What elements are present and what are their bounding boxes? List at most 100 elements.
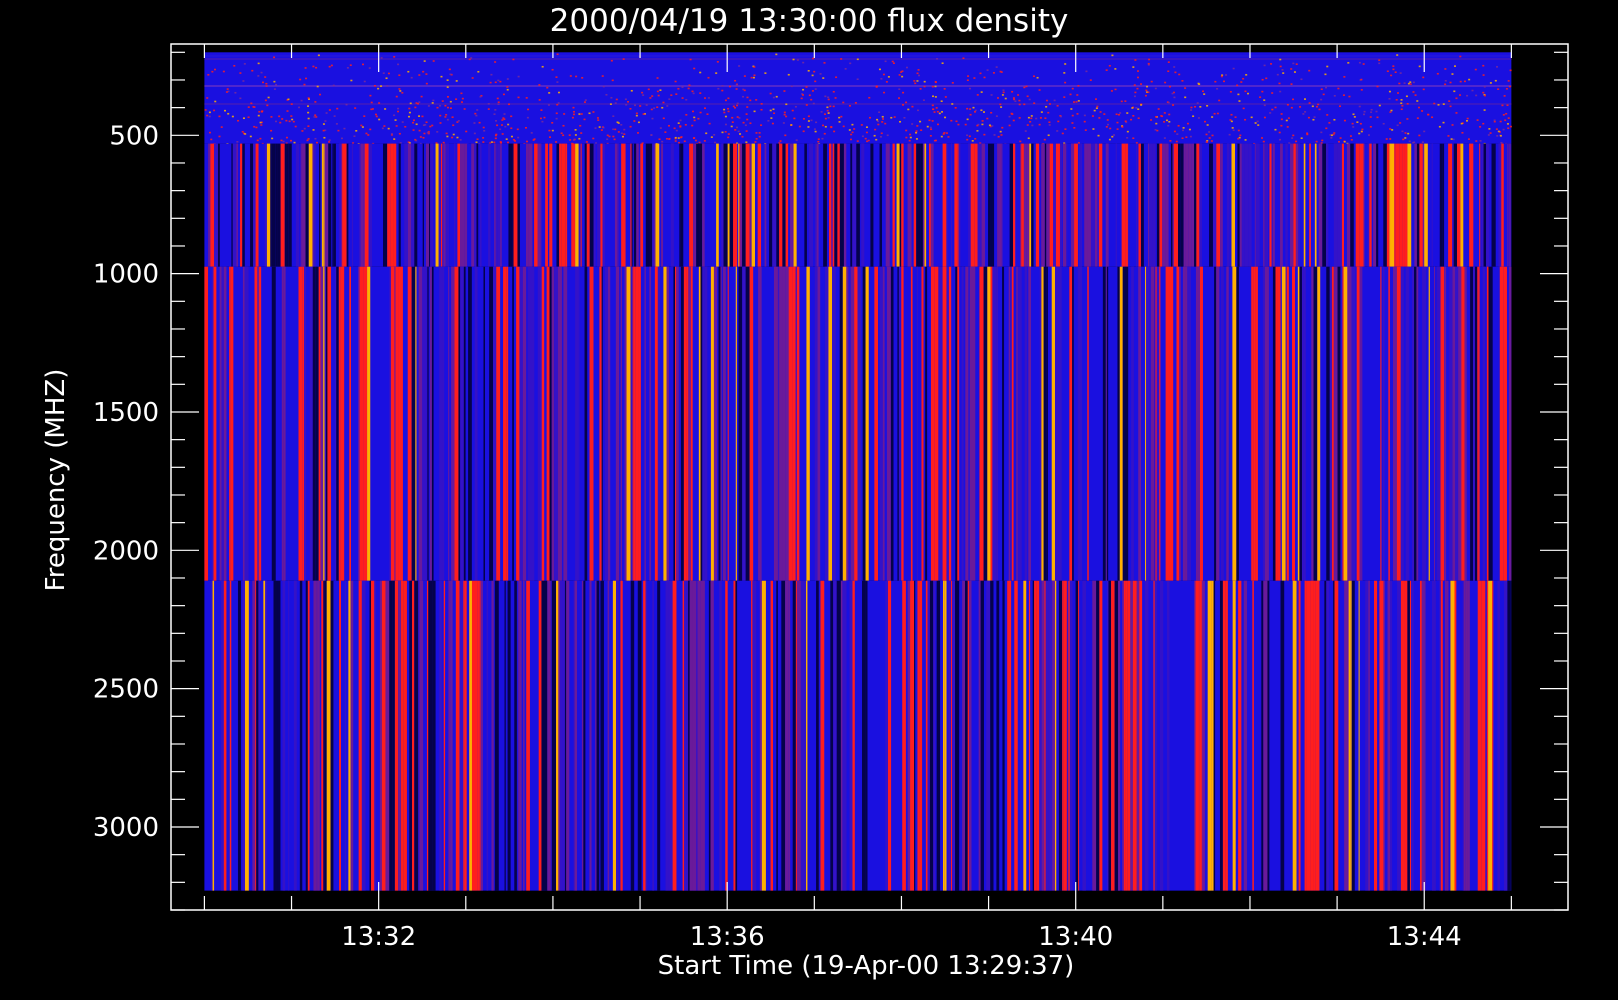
noise-speckle [473, 122, 476, 124]
stripe [1199, 266, 1203, 581]
stripe [1035, 143, 1040, 267]
noise-speckle [1421, 141, 1424, 143]
noise-speckle [1173, 96, 1176, 99]
noise-speckle [287, 98, 290, 101]
stripe [856, 143, 860, 267]
stripe [1226, 266, 1229, 581]
stripe [666, 266, 669, 581]
noise-speckle [962, 57, 965, 60]
noise-speckle [995, 66, 998, 68]
stripe [358, 266, 360, 581]
noise-speckle [782, 122, 785, 124]
noise-speckle [742, 121, 745, 124]
noise-speckle [427, 105, 430, 107]
noise-speckle [990, 111, 993, 114]
noise-speckle [475, 114, 478, 117]
stripe [907, 143, 912, 267]
noise-speckle [440, 75, 443, 78]
stripe [816, 143, 819, 267]
stripe [1318, 143, 1323, 267]
noise-speckle [242, 117, 245, 120]
stripe [1263, 580, 1268, 891]
noise-speckle [758, 132, 761, 134]
stripe [385, 580, 390, 891]
noise-speckle [1072, 101, 1075, 103]
stripe [914, 580, 916, 891]
noise-speckle [877, 123, 880, 126]
noise-speckle [1459, 80, 1462, 83]
stripe [1220, 143, 1223, 267]
stripe [309, 266, 313, 581]
stripe [394, 580, 399, 891]
noise-speckle [1176, 133, 1179, 135]
stripe [1196, 143, 1200, 267]
stripe [1439, 143, 1443, 267]
stripe [1248, 143, 1252, 267]
stripe [219, 266, 222, 581]
stripe [1028, 580, 1031, 891]
noise-speckle [307, 105, 310, 107]
noise-speckle [541, 120, 544, 123]
stripe [1431, 143, 1433, 267]
noise-speckle [247, 106, 250, 108]
noise-speckle [381, 127, 384, 130]
noise-speckle [767, 120, 770, 122]
stripe [1419, 143, 1423, 267]
stripe [463, 580, 465, 891]
stripe [944, 580, 947, 891]
stripe [1482, 266, 1486, 581]
noise-speckle [814, 80, 817, 83]
noise-speckle [563, 113, 566, 115]
stripe [699, 143, 703, 267]
stripe [1450, 580, 1455, 891]
noise-speckle [675, 93, 678, 95]
noise-speckle [588, 112, 591, 115]
noise-speckle [736, 116, 739, 118]
noise-speckle [1002, 91, 1005, 94]
noise-speckle [1240, 81, 1243, 83]
stripe [1334, 580, 1339, 891]
stripe [1232, 266, 1237, 581]
stripe [719, 580, 722, 891]
stripe [313, 143, 316, 267]
stripe [471, 580, 476, 891]
noise-speckle [683, 140, 686, 143]
noise-speckle [739, 133, 742, 135]
noise-speckle [324, 120, 327, 122]
stripe [1252, 580, 1254, 891]
stripe [351, 143, 354, 267]
noise-speckle [1014, 100, 1017, 103]
noise-speckle [1064, 81, 1067, 84]
stripe [229, 580, 232, 891]
stripe [1211, 580, 1214, 891]
noise-speckle [1048, 124, 1051, 126]
stripe [1115, 143, 1117, 267]
stripe [317, 580, 320, 891]
noise-speckle [790, 85, 793, 88]
noise-speckle [880, 132, 883, 135]
stripe [630, 580, 635, 891]
noise-speckle [1083, 114, 1086, 117]
noise-speckle [578, 137, 581, 140]
noise-speckle [755, 99, 758, 101]
noise-speckle [996, 97, 999, 99]
stripe [1449, 266, 1453, 581]
noise-speckle [636, 132, 639, 134]
stripe [1099, 580, 1103, 891]
stripe [307, 580, 310, 891]
noise-speckle [299, 78, 302, 81]
noise-speckle [1433, 102, 1436, 105]
noise-speckle [916, 72, 919, 75]
stripe [593, 143, 596, 267]
stripe [852, 143, 857, 267]
noise-speckle [241, 130, 244, 133]
stripe [665, 580, 669, 891]
stripe [1127, 580, 1131, 891]
noise-speckle [911, 123, 914, 125]
stripe [265, 580, 268, 891]
stripe [600, 580, 604, 891]
noise-speckle [873, 134, 876, 137]
stripe [229, 266, 231, 581]
noise-speckle [1453, 65, 1456, 67]
noise-speckle [408, 115, 411, 118]
